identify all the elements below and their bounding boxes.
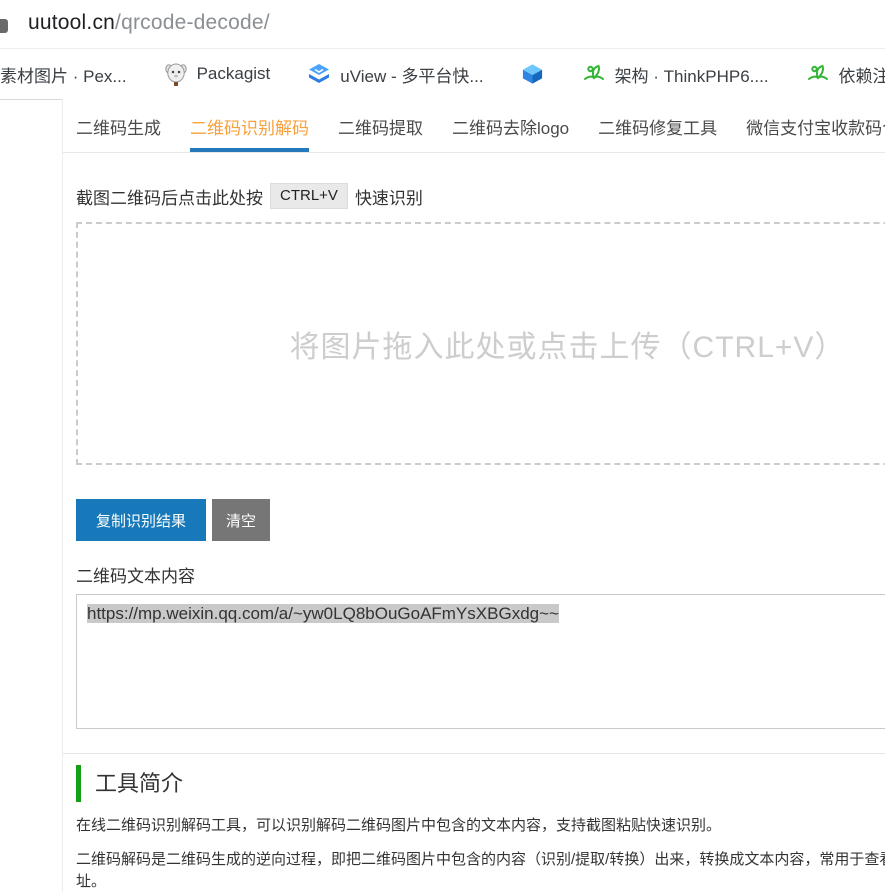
result-label: 二维码文本内容 <box>76 562 885 587</box>
clear-button[interactable]: 清空 <box>212 499 270 541</box>
intro-paragraph: 在线二维码识别解码工具，可以识别解码二维码图片中包含的文本内容，支持截图粘贴快速… <box>76 815 885 837</box>
blue-cube-icon <box>521 62 545 86</box>
bookmark-label: 架构 · ThinkPHP6.... <box>615 62 769 87</box>
bookmarks-bar: 素材图片 · Pex... Packagist uView - 多平台快... <box>0 49 885 100</box>
paste-hint-suffix: 快速识别 <box>355 184 423 209</box>
result-selected-text: https://mp.weixin.qq.com/a/~yw0LQ8bOuGoA… <box>87 604 559 623</box>
bookmark-thinkphp[interactable]: 架构 · ThinkPHP6.... <box>582 62 769 87</box>
uview-layers-icon <box>307 62 331 86</box>
tab-qrcode-extract[interactable]: 二维码提取 <box>338 99 423 152</box>
tab-payment-code-merge[interactable]: 微信支付宝收款码合并 <box>746 99 885 152</box>
paste-hint: 截图二维码后点击此处按 CTRL+V 快速识别 <box>76 183 885 209</box>
result-textarea[interactable]: https://mp.weixin.qq.com/a/~yw0LQ8bOuGoA… <box>76 594 885 729</box>
bookmark-label: 素材图片 · Pex... <box>0 62 127 87</box>
tab-qrcode-remove-logo[interactable]: 二维码去除logo <box>452 99 569 152</box>
tab-qrcode-decode[interactable]: 二维码识别解码 <box>190 99 309 152</box>
browser-address-bar[interactable]: uutool.cn/qrcode-decode/ <box>0 0 885 49</box>
url-text[interactable]: uutool.cn/qrcode-decode/ <box>28 11 270 35</box>
bookmark-label: 依赖注入 <box>839 62 885 87</box>
dropzone-placeholder: 将图片拖入此处或点击上传（CTRL+V） <box>290 322 846 366</box>
tab-qrcode-repair[interactable]: 二维码修复工具 <box>598 99 717 152</box>
url-domain: uutool.cn <box>28 11 115 34</box>
paste-hint-prefix: 截图二维码后点击此处按 <box>76 184 263 209</box>
tool-tabs: 二维码生成 二维码识别解码 二维码提取 二维码去除logo 二维码修复工具 微信… <box>63 99 885 153</box>
page-info-icon[interactable] <box>0 19 8 33</box>
ctrl-v-key[interactable]: CTRL+V <box>270 183 348 209</box>
kancloud-book-icon <box>582 62 606 86</box>
tab-qrcode-generate[interactable]: 二维码生成 <box>76 99 161 152</box>
bookmark-packagist[interactable]: Packagist <box>164 62 271 86</box>
image-dropzone[interactable]: 将图片拖入此处或点击上传（CTRL+V） <box>76 222 885 465</box>
tool-intro-section: 工具简介 在线二维码识别解码工具，可以识别解码二维码图片中包含的文本内容，支持截… <box>63 753 885 892</box>
copy-result-button[interactable]: 复制识别结果 <box>76 499 206 541</box>
bookmark-pexels[interactable]: 素材图片 · Pex... <box>0 62 127 87</box>
url-path: /qrcode-decode/ <box>115 11 270 34</box>
packagist-mascot-icon <box>164 62 188 86</box>
action-buttons: 复制识别结果 清空 <box>76 499 885 541</box>
bookmark-uview[interactable]: uView - 多平台快... <box>307 62 483 87</box>
bookmark-cube[interactable] <box>521 62 545 86</box>
bookmark-dependency-injection[interactable]: 依赖注入 <box>806 62 885 87</box>
intro-title: 工具简介 <box>76 765 885 802</box>
bookmark-label: Packagist <box>197 64 271 84</box>
tool-card: 二维码生成 二维码识别解码 二维码提取 二维码去除logo 二维码修复工具 微信… <box>62 99 885 892</box>
kancloud-book-icon <box>806 62 830 86</box>
intro-paragraph-2: 二维码解码是二维码生成的逆向过程，即把二维码图片中包含的内容（识别/提取/转换）… <box>76 849 885 892</box>
bookmark-label: uView - 多平台快... <box>340 62 483 87</box>
